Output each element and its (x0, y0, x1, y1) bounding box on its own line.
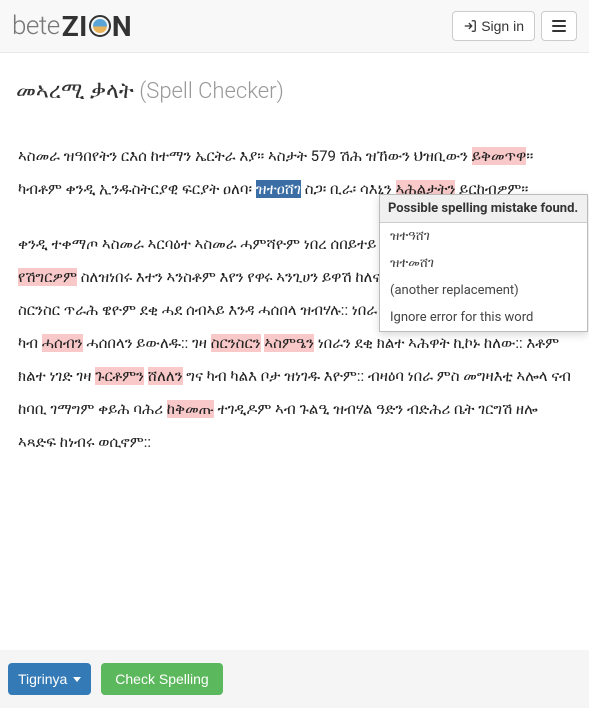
chevron-down-icon (73, 677, 81, 682)
selected-error[interactable]: ዝተዐሸገ (256, 180, 301, 198)
another-replacement-item[interactable]: (another replacement) (380, 277, 587, 304)
ignore-error-item[interactable]: Ignore error for this word (380, 304, 587, 331)
signin-icon (463, 19, 477, 33)
menu-button[interactable] (541, 11, 577, 41)
top-bar: bete ZI N Sign in (0, 0, 589, 53)
suggestion-item[interactable]: ዝተዓሸገ (380, 223, 587, 250)
popup-title: Possible spelling mistake found. (380, 195, 587, 223)
page-title: መኣረሚ ቃላት (Spell Checker) (0, 53, 589, 114)
spelling-error[interactable]: ኣስምዔን (264, 334, 314, 352)
brand-zion: ZI N (62, 10, 132, 43)
top-actions: Sign in (452, 11, 577, 41)
spelling-error[interactable]: ጉርቶምን (95, 367, 144, 385)
text-run: ሓሰበላን ይውለዱ:: ገዛ (83, 334, 211, 352)
brand-zi: ZI (62, 10, 88, 43)
suggestion-item[interactable]: ዝተመሸገ (380, 250, 587, 277)
signin-button[interactable]: Sign in (452, 11, 535, 41)
spelling-error[interactable]: ስርንስርን (211, 334, 261, 352)
spelling-error[interactable]: ሸለለን (148, 367, 183, 385)
text-run: ኣስመራ ዝዓበየትን ርእሰ ከተማን ኤርትራ እያ። ኣስታት 579 ሽ… (18, 147, 472, 165)
language-select[interactable]: Tigrinya (8, 663, 91, 695)
spelling-error[interactable]: ከቅመጡ (167, 400, 214, 418)
title-sub: (Spell Checker) (139, 79, 284, 104)
brand-bete: bete (12, 11, 60, 41)
hamburger-icon (552, 20, 566, 32)
brand-logo[interactable]: bete ZI N (12, 10, 132, 43)
signin-label: Sign in (481, 18, 524, 34)
brand-globe-icon (89, 15, 111, 37)
language-label: Tigrinya (18, 671, 67, 687)
spelling-error[interactable]: የሽግርዎም (18, 268, 77, 286)
brand-n: N (112, 10, 132, 43)
title-main: መኣረሚ ቃላት (16, 79, 134, 104)
spelling-error[interactable]: ይቅመጥዋ (472, 147, 527, 165)
spellcheck-popup: Possible spelling mistake found. ዝተዓሸገ ዝ… (379, 194, 588, 332)
footer-bar: Tigrinya Check Spelling (0, 650, 589, 708)
check-spelling-button[interactable]: Check Spelling (101, 663, 222, 695)
spelling-error[interactable]: ሓሰብን (42, 334, 83, 352)
